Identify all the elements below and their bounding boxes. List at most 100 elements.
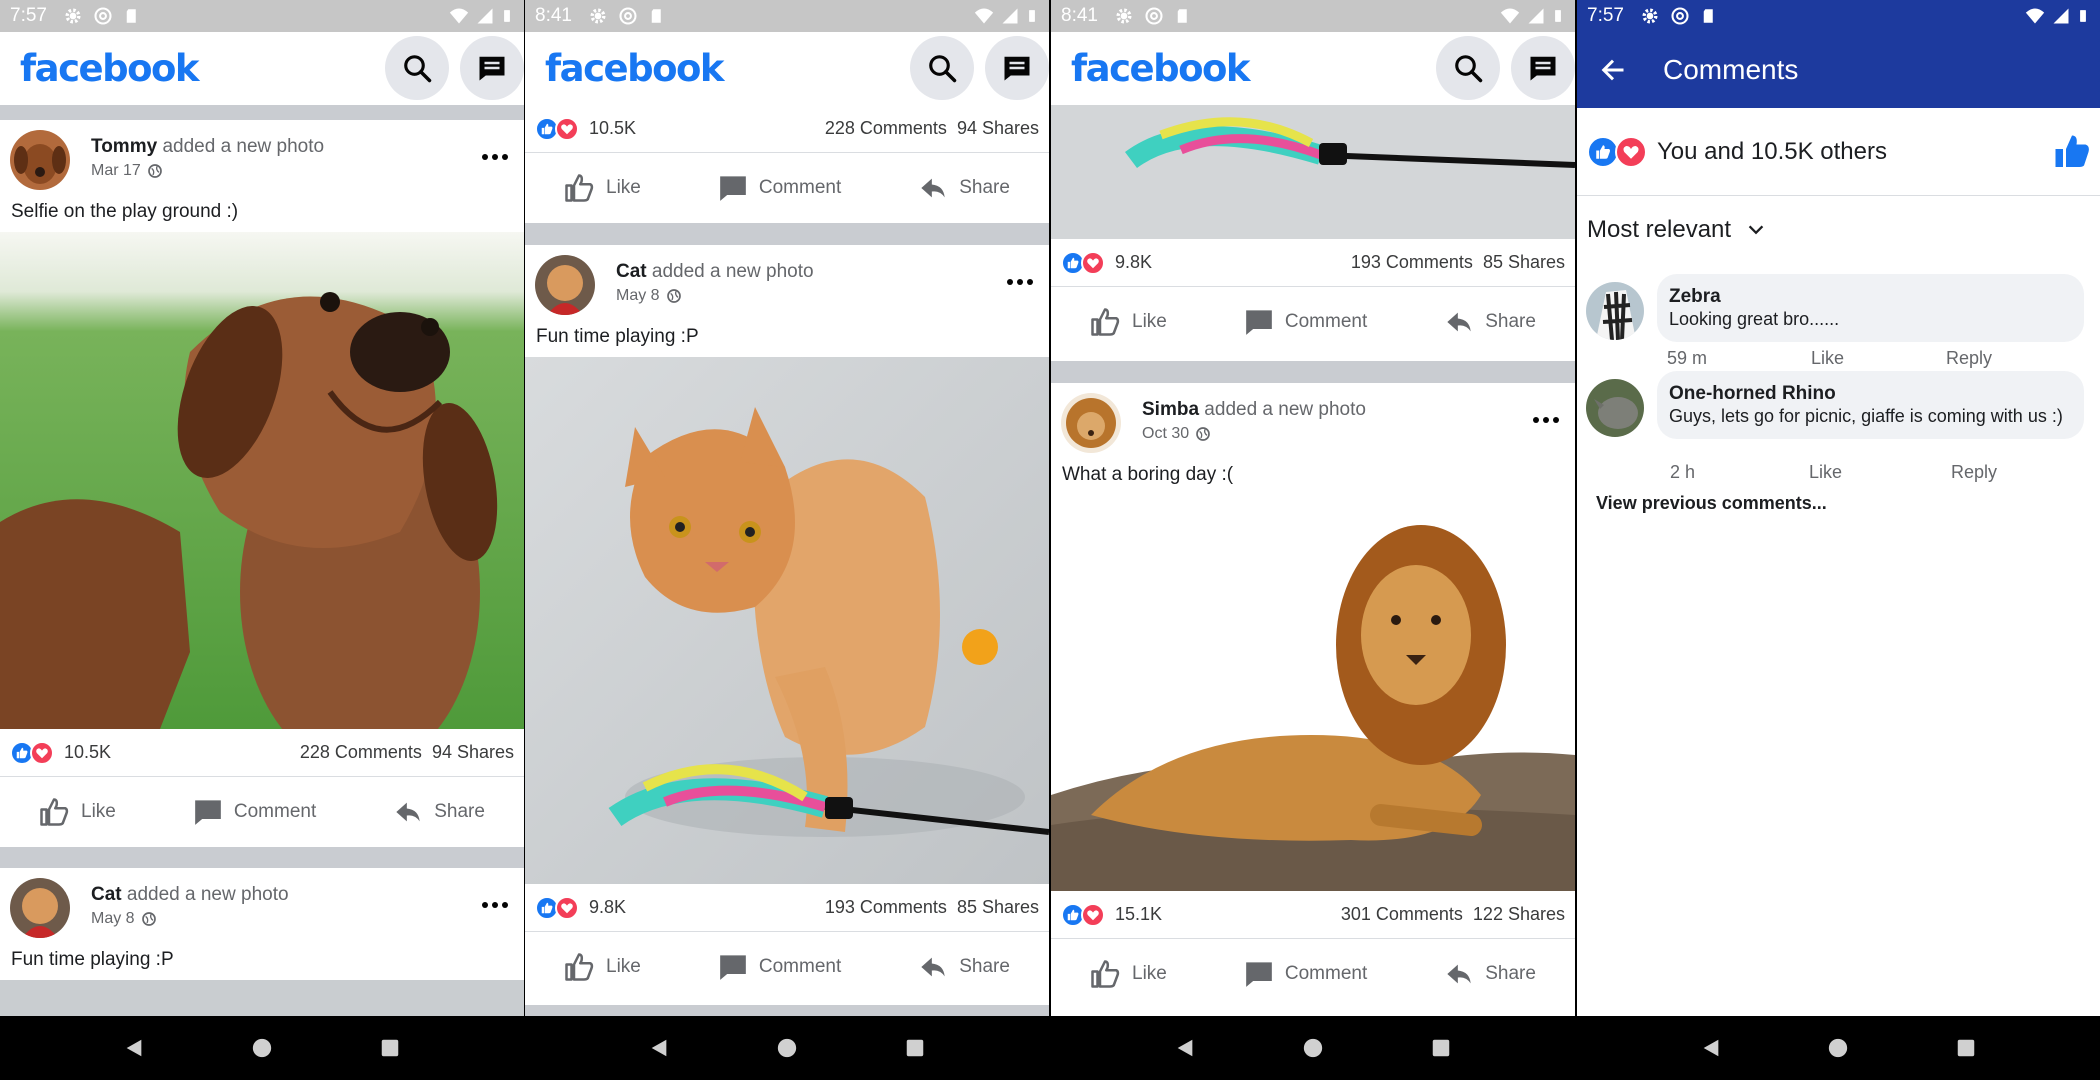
comment-bubble[interactable]: One-horned Rhino Guys, lets go for picni… [1657,371,2084,439]
news-feed[interactable]: Tommy added a new photo Mar 17 Selfie on… [0,105,524,1016]
comment-reply-link[interactable]: Reply [1946,348,1992,369]
view-previous-comments-link[interactable]: View previous comments... [1577,493,2100,514]
reaction-count[interactable]: 10.5K [589,118,636,139]
post-card-partial: 9.8K 193 Comments 85 Shares Like Comment… [1051,105,1575,361]
reaction-count[interactable]: 15.1K [1115,904,1162,925]
comment-button[interactable]: Comment [1245,308,1367,336]
share-button[interactable]: Share [919,174,1010,202]
sort-dropdown[interactable]: Most relevant [1577,196,2100,264]
nav-recents-icon[interactable] [1955,1037,1977,1059]
reaction-icons[interactable] [535,116,579,141]
comment-count[interactable]: 228 Comments [825,118,947,138]
comment-icon [1245,960,1273,988]
reaction-icons[interactable] [1061,902,1105,927]
comment-count[interactable]: 193 Comments [1351,252,1473,272]
more-icon[interactable] [480,150,510,164]
news-feed[interactable]: 10.5K 228 Comments 94 Shares Like Commen… [525,105,1049,1016]
author-name[interactable]: Cat [91,884,122,905]
reaction-count[interactable]: 9.8K [1115,252,1152,273]
comment-bubble[interactable]: Zebra Looking great bro...... [1657,274,2084,342]
nav-home-icon[interactable] [1302,1037,1324,1059]
reaction-icons[interactable] [1061,250,1105,275]
author-name[interactable]: Simba [1142,399,1199,420]
avatar[interactable] [10,878,70,938]
nav-back-icon[interactable] [1700,1037,1722,1059]
avatar[interactable] [1061,393,1121,453]
comment-count[interactable]: 228 Comments [300,742,422,762]
share-count[interactable]: 94 Shares [957,118,1039,138]
post-photo-cat[interactable] [1051,105,1575,239]
share-button[interactable]: Share [919,953,1010,981]
more-icon[interactable] [480,898,510,912]
comment-button[interactable]: Comment [194,798,316,826]
reaction-icons[interactable] [10,740,54,765]
post-photo-lion[interactable] [1051,495,1575,891]
more-icon[interactable] [1531,413,1561,427]
avatar[interactable] [10,130,70,190]
more-icon[interactable] [1005,275,1035,289]
comment-count[interactable]: 301 Comments [1341,904,1463,924]
nav-recents-icon[interactable] [904,1037,926,1059]
nav-recents-icon[interactable] [1430,1037,1452,1059]
search-button[interactable] [385,36,449,100]
comments-list[interactable]: You and 10.5K others Most relevant Zebra… [1577,108,2100,1016]
thumbs-up-icon[interactable] [2054,134,2090,170]
like-button[interactable]: Like [564,952,641,982]
search-button[interactable] [910,36,974,100]
share-count[interactable]: 85 Shares [1483,252,1565,272]
messenger-button[interactable] [985,36,1049,100]
comments-app-bar: Comments [1577,32,2100,108]
phone-screen-3: 8:41 facebook 9.8K 193 Comments 85 Share… [1051,0,1575,1080]
reaction-count[interactable]: 9.8K [589,897,626,918]
share-button[interactable]: Share [394,798,485,826]
commenter-name[interactable]: One-horned Rhino [1669,383,2072,405]
messenger-button[interactable] [460,36,524,100]
back-arrow-icon[interactable] [1599,56,1627,84]
comment-button[interactable]: Comment [719,174,841,202]
search-button[interactable] [1436,36,1500,100]
like-button[interactable]: Like [564,173,641,203]
share-button[interactable]: Share [1445,308,1536,336]
post-photo-cat[interactable] [525,357,1049,884]
avatar[interactable] [535,255,595,315]
share-count[interactable]: 85 Shares [957,897,1039,917]
nav-home-icon[interactable] [776,1037,798,1059]
comment-count[interactable]: 193 Comments [825,897,947,917]
avatar[interactable] [1586,282,1644,340]
nav-back-icon[interactable] [1174,1037,1196,1059]
love-reaction-icon [1081,902,1105,927]
comment-icon [1245,308,1273,336]
like-button[interactable]: Like [1090,959,1167,989]
comment-like-link[interactable]: Like [1811,348,1946,369]
avatar[interactable] [1586,379,1644,437]
author-name[interactable]: Tommy [91,136,157,157]
share-button[interactable]: Share [1445,960,1536,988]
like-button[interactable]: Like [1090,307,1167,337]
post-card: Cat added a new photo May 8 Fun time pla… [525,245,1049,1005]
nav-home-icon[interactable] [1827,1037,1849,1059]
news-feed[interactable]: 9.8K 193 Comments 85 Shares Like Comment… [1051,105,1575,1016]
post-photo-cat[interactable] [0,980,524,1016]
author-name[interactable]: Cat [616,261,647,282]
post-action-text: added a new photo [157,136,325,157]
settings-icon [1114,6,1134,26]
post-action-text: added a new photo [1199,399,1366,420]
settings-icon [1640,6,1660,26]
messenger-button[interactable] [1511,36,1575,100]
reactions-summary[interactable]: You and 10.5K others [1577,108,2100,196]
share-count[interactable]: 122 Shares [1473,904,1565,924]
nav-home-icon[interactable] [251,1037,273,1059]
reaction-count[interactable]: 10.5K [64,742,111,763]
nav-back-icon[interactable] [123,1037,145,1059]
comment-button[interactable]: Comment [719,953,841,981]
like-button[interactable]: Like [39,797,116,827]
post-photo-dog[interactable] [0,232,524,729]
comment-reply-link[interactable]: Reply [1951,462,1997,483]
comment-like-link[interactable]: Like [1809,462,1951,483]
nav-recents-icon[interactable] [379,1037,401,1059]
reaction-icons[interactable] [535,895,579,920]
comment-button[interactable]: Comment [1245,960,1367,988]
nav-back-icon[interactable] [648,1037,670,1059]
share-count[interactable]: 94 Shares [432,742,514,762]
commenter-name[interactable]: Zebra [1669,286,2072,308]
